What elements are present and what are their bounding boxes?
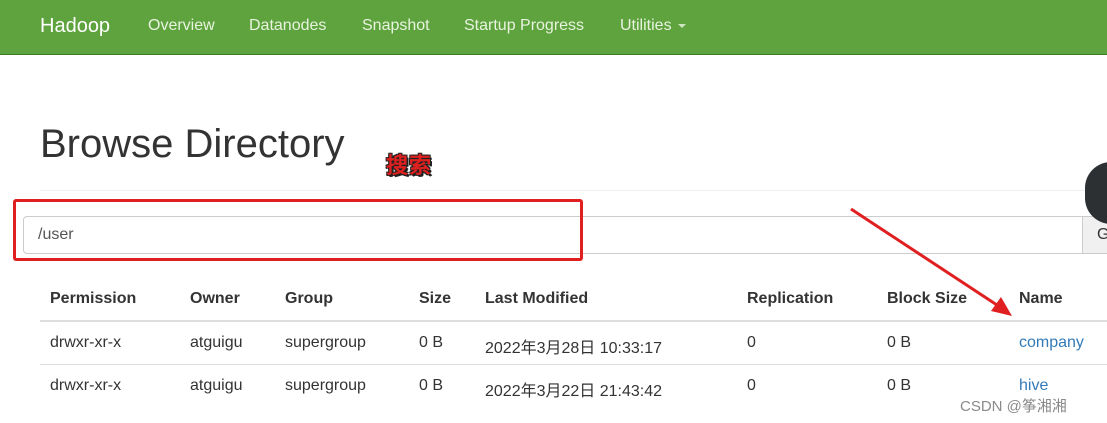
nav-snapshot[interactable]: Snapshot bbox=[362, 17, 430, 35]
directory-link-company[interactable]: company bbox=[1019, 334, 1084, 352]
brand-link[interactable]: Hadoop bbox=[40, 15, 110, 38]
column-header-group[interactable]: Group bbox=[285, 290, 333, 308]
column-header-name[interactable]: Name bbox=[1019, 290, 1063, 308]
cell-size: 0 B bbox=[419, 377, 444, 394]
nav-datanodes[interactable]: Datanodes bbox=[249, 17, 326, 35]
csdn-watermark: CSDN @筝湘湘 bbox=[960, 398, 1067, 415]
annotation-arrowhead bbox=[991, 297, 1012, 316]
cell-block-size: 0 B bbox=[887, 334, 912, 351]
nav-utilities-dropdown[interactable]: Utilities bbox=[620, 17, 686, 35]
table-header-divider bbox=[40, 320, 1107, 322]
cell-last-modified: 2022年3月22日 21:43:42 bbox=[485, 383, 663, 400]
column-header-block-size[interactable]: Block Size bbox=[887, 290, 967, 308]
cell-owner: atguigu bbox=[190, 377, 243, 394]
directory-path-input[interactable] bbox=[23, 216, 1083, 254]
annotation-arrow bbox=[850, 207, 1012, 316]
cell-group: supergroup bbox=[285, 377, 366, 394]
nav-overview[interactable]: Overview bbox=[148, 17, 215, 35]
cell-replication: 0 bbox=[747, 377, 756, 394]
top-navbar: Hadoop Overview Datanodes Snapshot Start… bbox=[0, 0, 1107, 55]
annotation-label: 搜索 bbox=[386, 153, 433, 178]
directory-link-hive[interactable]: hive bbox=[1019, 377, 1048, 395]
nav-startup-progress[interactable]: Startup Progress bbox=[464, 17, 584, 35]
column-header-last-modified[interactable]: Last Modified bbox=[485, 290, 588, 308]
column-header-owner[interactable]: Owner bbox=[190, 290, 240, 308]
page-title: Browse Directory bbox=[40, 122, 345, 166]
title-divider bbox=[40, 190, 1107, 191]
floating-widget-button[interactable] bbox=[1085, 162, 1107, 224]
cell-permission: drwxr-xr-x bbox=[50, 334, 122, 351]
row-divider bbox=[40, 364, 1107, 365]
cell-permission: drwxr-xr-x bbox=[50, 377, 122, 394]
cell-size: 0 B bbox=[419, 334, 444, 351]
cell-last-modified: 2022年3月28日 10:33:17 bbox=[485, 340, 663, 357]
column-header-replication[interactable]: Replication bbox=[747, 290, 833, 308]
caret-down-icon bbox=[677, 23, 686, 28]
column-header-permission[interactable]: Permission bbox=[50, 290, 136, 308]
cell-owner: atguigu bbox=[190, 334, 243, 351]
cell-group: supergroup bbox=[285, 334, 366, 351]
cell-replication: 0 bbox=[747, 334, 756, 351]
nav-utilities-label: Utilities bbox=[620, 17, 672, 34]
cell-block-size: 0 B bbox=[887, 377, 912, 394]
column-header-size[interactable]: Size bbox=[419, 290, 451, 308]
